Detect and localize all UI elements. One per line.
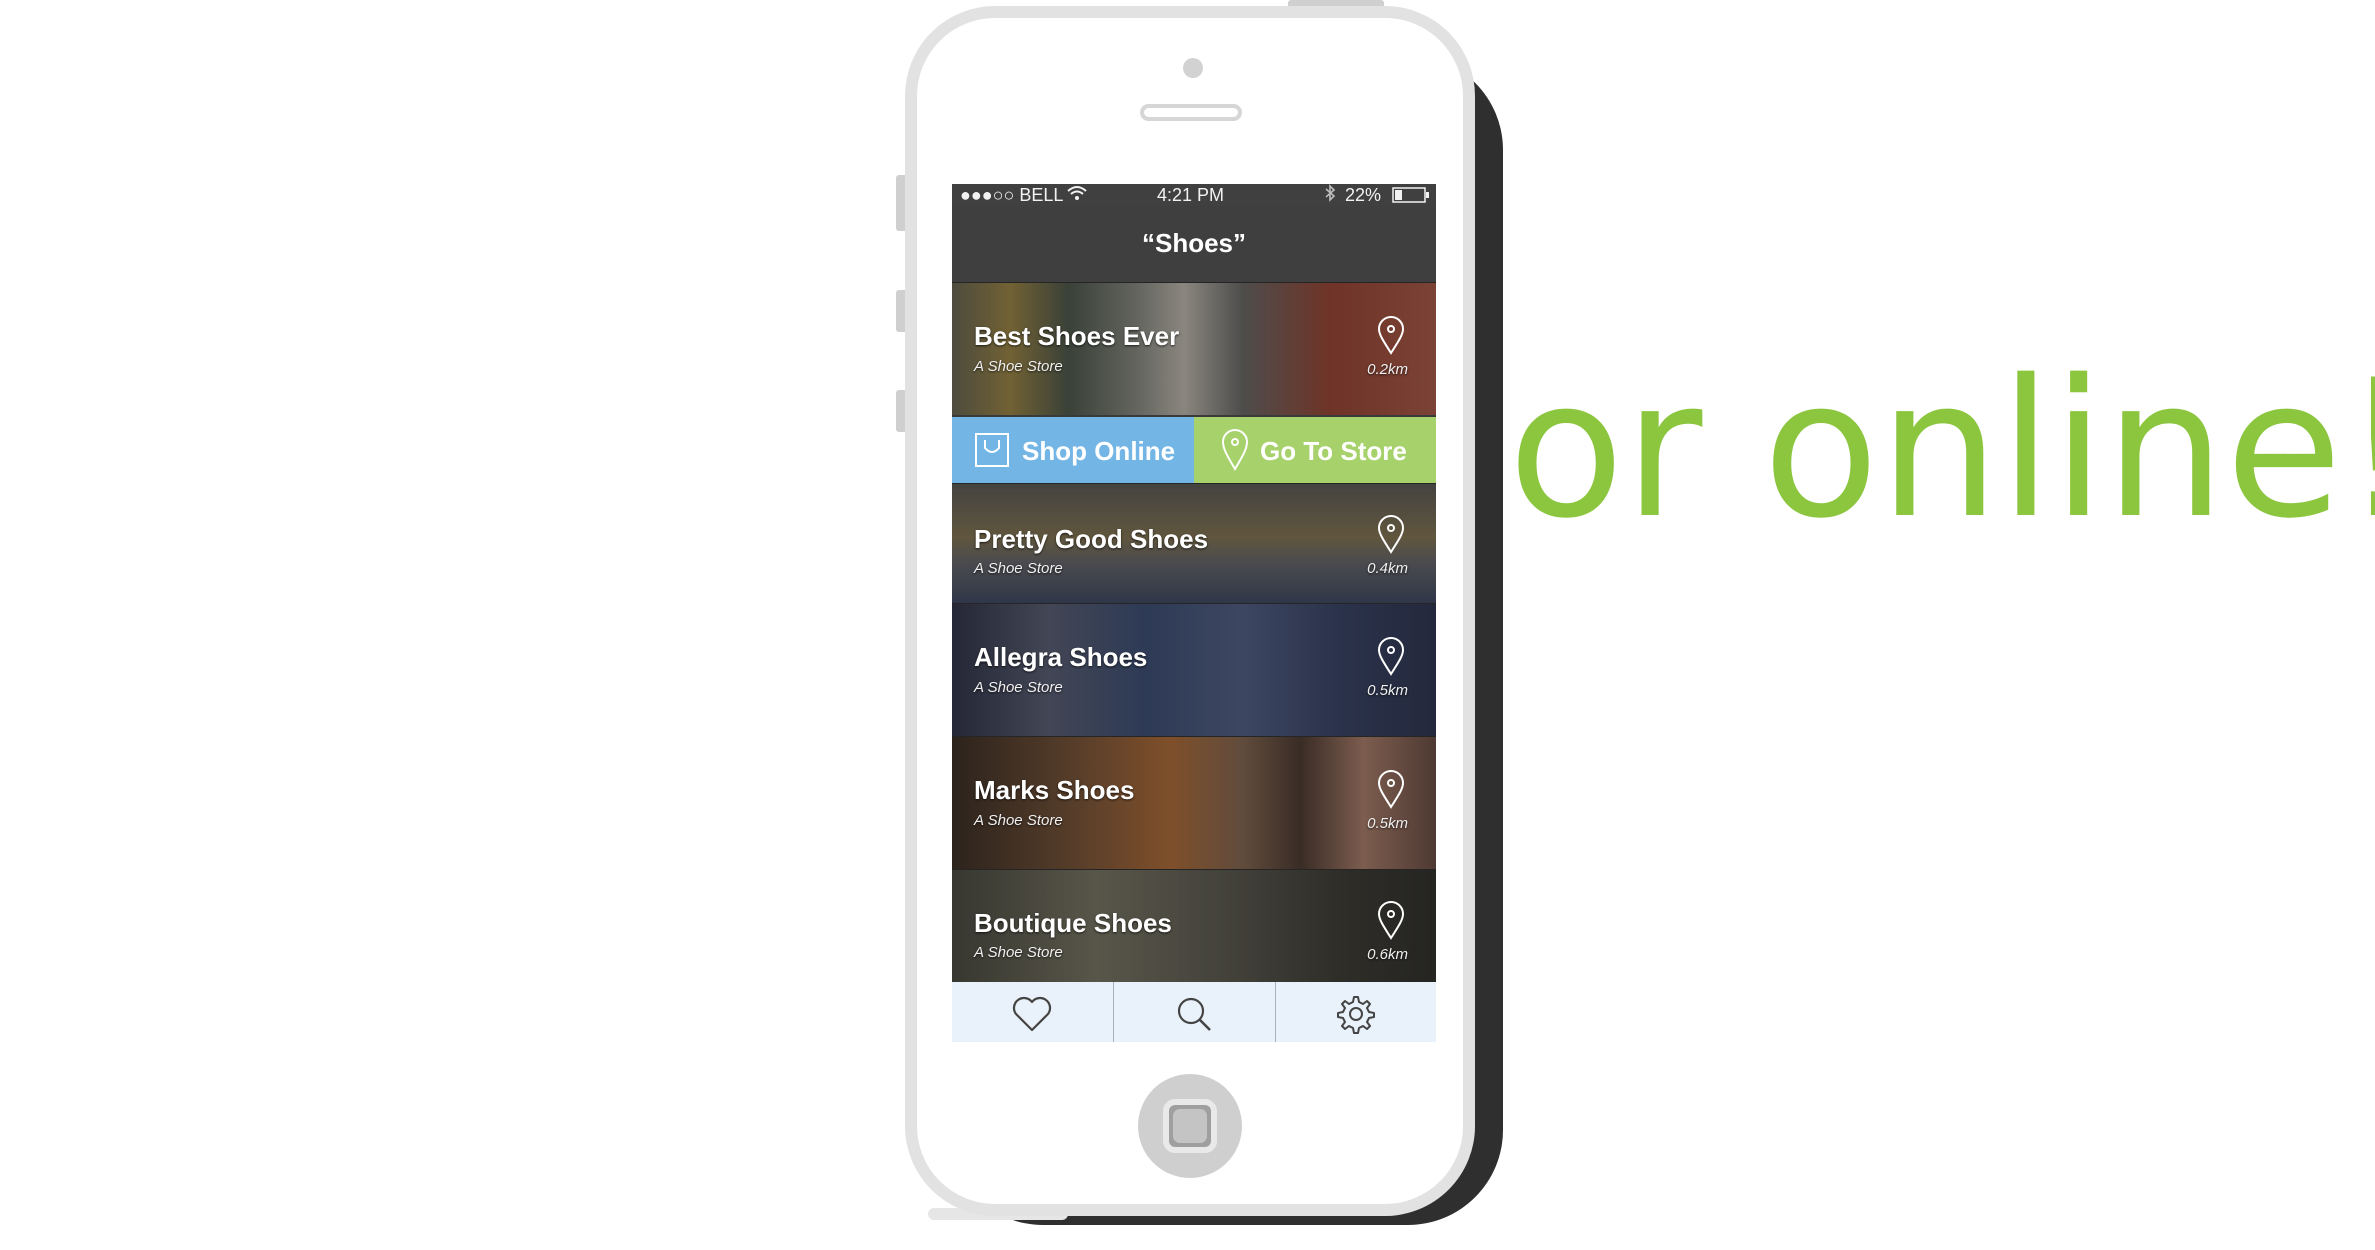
tab-bar [952, 982, 1436, 1042]
phone-screen: ●●●○○ BELL 4:21 PM 22% “Shoes” Best Shoe… [952, 184, 1436, 1042]
wifi-icon [1066, 184, 1088, 207]
store-subtitle: A Shoe Store [974, 358, 1063, 375]
store-list-item[interactable]: Marks Shoes A Shoe Store 0.5km [952, 736, 1436, 869]
bluetooth-icon [1324, 184, 1336, 207]
status-time: 4:21 PM [1157, 185, 1225, 205]
store-subtitle: A Shoe Store [974, 560, 1063, 577]
store-distance: 0.4km [1367, 560, 1408, 577]
location-pin-icon [1221, 429, 1249, 471]
shop-online-button[interactable]: Shop Online [952, 417, 1194, 483]
navigation-bar: “Shoes” [952, 206, 1436, 282]
store-list-item[interactable]: Best Shoes Ever A Shoe Store 0.2km [952, 282, 1436, 415]
tab-search[interactable] [1114, 982, 1275, 1042]
location-pin-icon[interactable] [1376, 900, 1406, 940]
tab-settings[interactable] [1276, 982, 1436, 1042]
store-list-item[interactable]: Pretty Good Shoes A Shoe Store 0.4km [952, 483, 1436, 603]
store-name: Best Shoes Ever [974, 321, 1180, 351]
status-bar: ●●●○○ BELL 4:21 PM 22% [952, 184, 1436, 206]
store-name: Boutique Shoes [974, 908, 1172, 938]
store-distance: 0.2km [1367, 361, 1408, 378]
store-subtitle: A Shoe Store [974, 812, 1063, 829]
home-button-inner [1173, 1109, 1207, 1143]
battery-percent: 22% [1345, 185, 1382, 205]
shop-online-label: Shop Online [1022, 436, 1176, 466]
store-name: Pretty Good Shoes [974, 524, 1209, 554]
gear-icon [1337, 996, 1375, 1034]
earpiece-speaker [1140, 104, 1242, 121]
store-subtitle: A Shoe Store [974, 679, 1063, 696]
store-actions: Shop Online Go To Store [952, 417, 1436, 483]
go-to-store-label: Go To Store [1260, 436, 1407, 466]
location-pin-icon[interactable] [1376, 636, 1406, 676]
front-camera [1183, 58, 1203, 78]
store-name: Marks Shoes [974, 775, 1135, 805]
page-title: “Shoes” [1141, 228, 1247, 258]
go-to-store-button[interactable]: Go To Store [1194, 417, 1436, 483]
location-pin-icon[interactable] [1376, 514, 1406, 554]
shopping-bag-icon [975, 433, 1009, 467]
location-pin-icon[interactable] [1376, 769, 1406, 809]
store-distance: 0.5km [1367, 682, 1408, 699]
store-name: Allegra Shoes [974, 642, 1148, 672]
store-list-item[interactable]: Boutique Shoes A Shoe Store 0.6km [952, 869, 1436, 982]
store-subtitle: A Shoe Store [974, 944, 1063, 961]
search-icon [1177, 997, 1211, 1031]
location-pin-icon[interactable] [1376, 315, 1406, 355]
store-list-item[interactable]: Allegra Shoes A Shoe Store 0.5km [952, 603, 1436, 736]
store-distance: 0.6km [1367, 946, 1408, 963]
battery-icon [1392, 187, 1430, 208]
store-distance: 0.5km [1367, 815, 1408, 832]
carrier-signal: ●●●○○ BELL [960, 185, 1064, 205]
tab-favorites[interactable] [952, 982, 1113, 1042]
tagline: or online! [1508, 339, 2375, 560]
heart-icon [1012, 996, 1052, 1032]
